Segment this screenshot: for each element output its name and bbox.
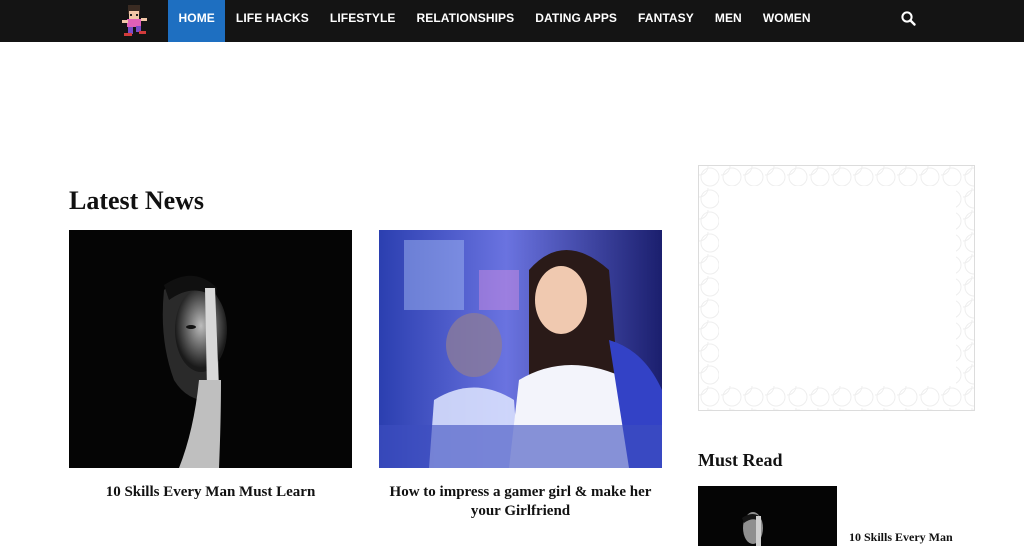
site-logo[interactable]: [118, 3, 152, 39]
nav-item-fantasy[interactable]: FANTASY: [628, 0, 705, 42]
article-title-gamer-girl[interactable]: How to impress a gamer girl & make her y…: [379, 483, 662, 521]
nav-item-dating-apps[interactable]: DATING APPS: [525, 0, 628, 42]
must-read-thumbnail[interactable]: [698, 486, 837, 546]
article-image-gamer-girl[interactable]: [379, 230, 662, 468]
nav-item-lifestyle[interactable]: LIFESTYLE: [319, 0, 406, 42]
advertisement-box: [698, 165, 975, 411]
nav-item-relationships[interactable]: RELATIONSHIPS: [406, 0, 525, 42]
article-title-skills[interactable]: 10 Skills Every Man Must Learn: [69, 483, 352, 502]
article-image-skills[interactable]: [69, 230, 352, 468]
nav-item-men[interactable]: MEN: [704, 0, 752, 42]
nav-item-home[interactable]: HOME: [168, 0, 226, 42]
must-read-item-title[interactable]: 10 Skills Every Man: [849, 530, 953, 545]
top-navigation-bar: HOME LIFE HACKS LIFESTYLE RELATIONSHIPS …: [0, 0, 1024, 42]
main-menu: HOME LIFE HACKS LIFESTYLE RELATIONSHIPS …: [168, 0, 821, 42]
latest-news-heading: Latest News: [69, 186, 205, 215]
must-read-heading: Must Read: [698, 450, 783, 470]
search-icon[interactable]: [900, 10, 918, 28]
nav-item-life-hacks[interactable]: LIFE HACKS: [225, 0, 319, 42]
nav-item-women[interactable]: WOMEN: [752, 0, 821, 42]
